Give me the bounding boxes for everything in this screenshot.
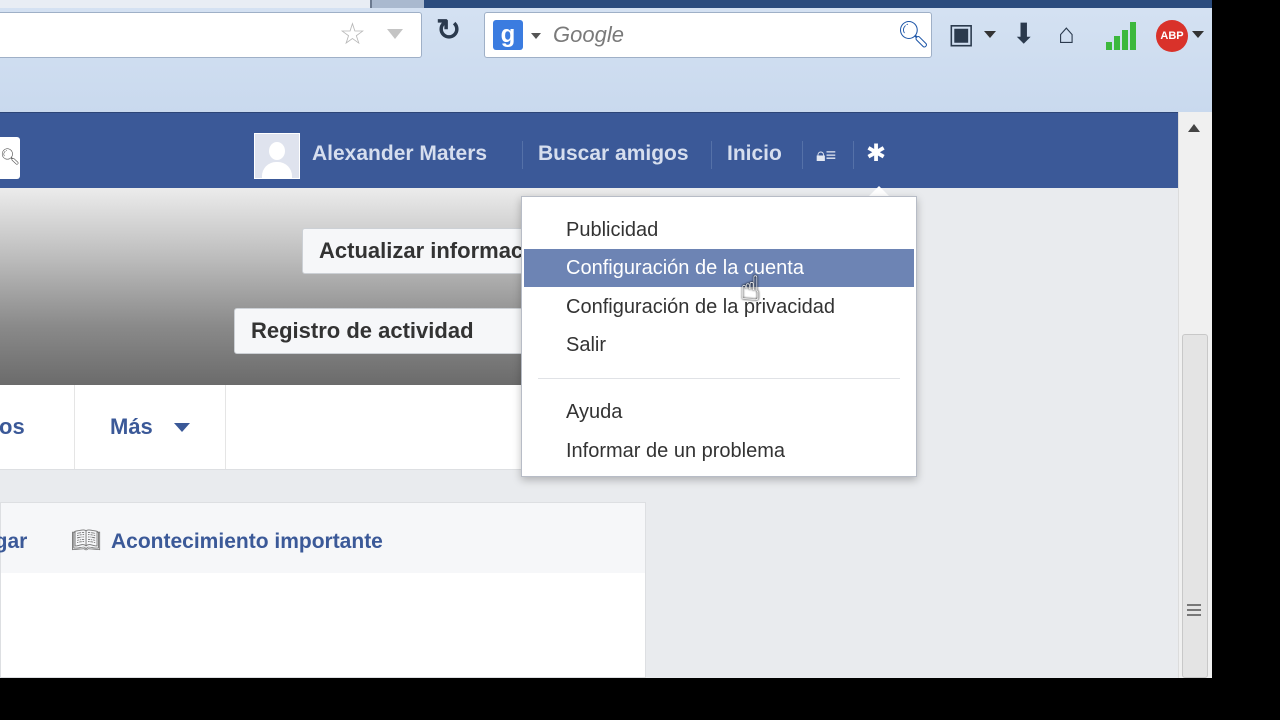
search-icon[interactable]: 🔍︎ [897, 21, 930, 47]
menu-item-logout[interactable]: Salir [524, 326, 914, 364]
tab-more[interactable]: Más [110, 413, 153, 441]
tab-strip-background [424, 0, 1212, 8]
engine-dropdown-icon[interactable] [531, 33, 541, 39]
browser-tab[interactable] [0, 0, 372, 8]
nav-divider [522, 141, 523, 169]
nav-divider [853, 141, 854, 169]
browser-toolbar: ☆ ↻ g 🔍︎ ▣ ⬇ ⌂ ABP [0, 0, 1212, 112]
download-icon[interactable]: ⬇ [1012, 18, 1035, 50]
composer-header: Lugar 📖︎ Acontecimiento importante [0, 502, 646, 574]
reload-icon[interactable]: ↻ [436, 16, 461, 46]
gear-icon[interactable]: ✱ [866, 141, 886, 167]
scroll-up-icon[interactable] [1188, 124, 1200, 132]
caret-down-icon[interactable] [174, 423, 190, 432]
menu-item-privacy-settings[interactable]: Configuración de la privacidad [524, 288, 914, 326]
settings-dropdown: Publicidad Configuración de la cuenta Co… [521, 196, 917, 477]
menu-item-account-settings[interactable]: Configuración de la cuenta [524, 249, 914, 287]
update-info-button[interactable]: Actualizar información [302, 228, 542, 274]
scroll-thumb[interactable] [1182, 334, 1208, 678]
search-bar[interactable]: g 🔍︎ [484, 12, 932, 58]
address-bar[interactable]: ☆ [0, 12, 422, 58]
tab-divider [74, 385, 75, 469]
search-input[interactable] [553, 19, 873, 51]
star-icon[interactable]: ☆ [339, 20, 366, 50]
tab-strip [0, 0, 1212, 8]
adblock-dropdown-icon[interactable] [1192, 31, 1204, 38]
place-link[interactable]: Lugar [0, 529, 27, 555]
screen: ☆ ↻ g 🔍︎ ▣ ⬇ ⌂ ABP 🔍︎ Alexander Maters [0, 0, 1212, 678]
bookmark-dropdown-icon[interactable] [984, 31, 996, 38]
composer-body[interactable] [0, 573, 646, 678]
adblock-icon[interactable]: ABP [1156, 20, 1188, 52]
nav-divider [802, 141, 803, 169]
home-icon[interactable]: ⌂ [1058, 18, 1075, 50]
grip-icon [1187, 604, 1201, 616]
book-icon: 📖︎ [71, 527, 102, 554]
facebook-search-field[interactable]: 🔍︎ [0, 137, 20, 179]
tab-friends[interactable]: Amigos [0, 413, 25, 441]
tab-divider [225, 385, 226, 469]
menu-item-help[interactable]: Ayuda [524, 393, 914, 431]
history-dropdown-icon[interactable] [387, 29, 403, 39]
menu-divider [538, 378, 900, 379]
life-event-link[interactable]: Acontecimiento importante [111, 529, 383, 555]
hand-cursor-icon: ☝︎ [740, 270, 761, 308]
home-link[interactable]: Inicio [727, 141, 782, 167]
menu-item-ads[interactable]: Publicidad [524, 211, 914, 249]
bookmark-icon[interactable]: ▣ [948, 18, 974, 50]
google-engine-icon[interactable]: g [493, 20, 523, 50]
signal-icon[interactable] [1106, 22, 1136, 50]
find-friends-link[interactable]: Buscar amigos [538, 141, 689, 167]
activity-log-button[interactable]: Registro de actividad [234, 308, 534, 354]
privacy-lock-icon[interactable]: 🔒︎≡ [816, 143, 836, 167]
search-icon: 🔍︎ [0, 149, 21, 166]
menu-item-report-problem[interactable]: Informar de un problema [524, 432, 914, 470]
facebook-top-bar: 🔍︎ Alexander Maters Buscar amigos Inicio… [0, 112, 1178, 189]
profile-name-link[interactable]: Alexander Maters [312, 141, 487, 167]
nav-divider [711, 141, 712, 169]
avatar[interactable] [254, 133, 300, 179]
